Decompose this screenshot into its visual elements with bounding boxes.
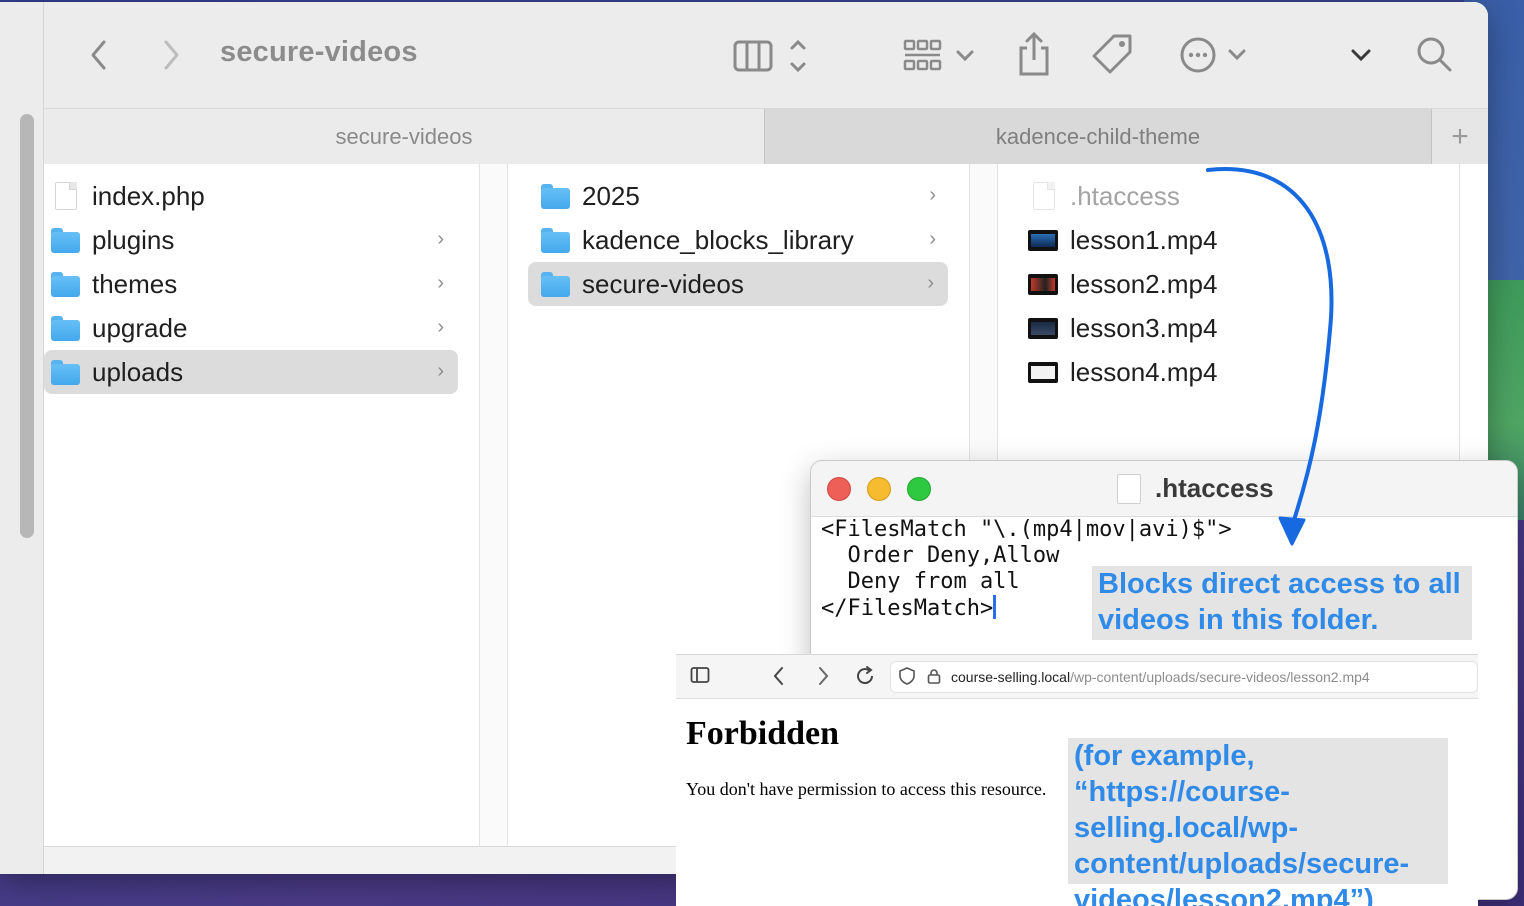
list-item-2025[interactable]: 2025 › xyxy=(540,174,950,218)
folder-icon xyxy=(540,182,570,210)
tag-icon[interactable] xyxy=(1090,32,1136,78)
search-icon[interactable] xyxy=(1414,34,1454,74)
folder-icon xyxy=(50,358,80,386)
chevron-down-icon[interactable] xyxy=(1346,38,1376,72)
chevron-right-icon: › xyxy=(437,360,444,382)
tab-label: secure-videos xyxy=(335,124,473,149)
text-cursor xyxy=(993,595,997,619)
item-label: lesson2.mp4 xyxy=(1070,268,1218,299)
annotation-example-url: (for example, “https://course-selling.lo… xyxy=(1068,738,1448,906)
item-label: lesson3.mp4 xyxy=(1070,312,1218,343)
document-icon xyxy=(1117,473,1141,504)
lock-icon xyxy=(927,668,941,687)
item-label: 2025 xyxy=(582,180,640,211)
item-label: uploads xyxy=(92,356,184,387)
back-icon[interactable] xyxy=(772,665,786,693)
tab-secure-videos[interactable]: secure-videos xyxy=(44,109,764,165)
browser-toolbar: course-selling.local/wp-content/uploads/… xyxy=(676,655,1478,699)
column-divider[interactable] xyxy=(480,164,508,846)
add-tab-button[interactable]: + xyxy=(1432,109,1488,165)
chevron-right-icon: › xyxy=(437,228,444,250)
url-host: course-selling.local xyxy=(951,669,1071,685)
folder-icon xyxy=(50,314,80,342)
item-label: index.php xyxy=(92,180,205,211)
document-icon xyxy=(1028,182,1058,210)
chevron-right-icon: › xyxy=(927,272,934,294)
list-item-kadence-blocks-library[interactable]: kadence_blocks_library › xyxy=(540,218,950,262)
sidebar-rail xyxy=(0,2,44,874)
list-item-lesson3[interactable]: lesson3.mp4 xyxy=(1028,306,1428,350)
editor-title: .htaccess xyxy=(1117,473,1274,504)
annotation-block-access: Blocks direct access to all videos in th… xyxy=(1092,566,1472,640)
back-icon[interactable] xyxy=(84,36,114,74)
chevron-right-icon: › xyxy=(929,184,936,206)
url-path: /wp-content/uploads/secure-videos/lesson… xyxy=(1070,669,1370,685)
window-title: secure-videos xyxy=(220,36,418,68)
item-label: themes xyxy=(92,268,178,299)
reload-icon[interactable] xyxy=(854,665,876,693)
document-icon xyxy=(50,182,80,210)
chevron-right-icon: › xyxy=(437,272,444,294)
error-message: You don't have permission to access this… xyxy=(686,779,1047,799)
list-item-lesson1[interactable]: lesson1.mp4 xyxy=(1028,218,1428,262)
folder-icon xyxy=(540,270,570,298)
item-label: kadence_blocks_library xyxy=(582,224,854,255)
code-line: </FilesMatch> xyxy=(821,596,994,621)
group-icon[interactable] xyxy=(902,36,982,76)
list-item-secure-videos[interactable]: secure-videos › xyxy=(528,262,948,306)
folder-icon xyxy=(50,270,80,298)
more-icon[interactable] xyxy=(1178,32,1250,78)
share-icon[interactable] xyxy=(1014,30,1054,78)
page-heading: Forbidden xyxy=(686,715,840,752)
editor-title-text: .htaccess xyxy=(1155,473,1274,503)
view-columns-icon[interactable] xyxy=(732,36,812,76)
code-line: <FilesMatch "\.(mp4|mov|avi)$"> xyxy=(821,517,1232,542)
chevron-right-icon: › xyxy=(929,228,936,250)
list-item-plugins[interactable]: plugins › xyxy=(50,218,458,262)
tab-kadence-child-theme[interactable]: kadence-child-theme xyxy=(764,109,1432,165)
video-thumbnail-icon xyxy=(1028,358,1058,386)
folder-icon xyxy=(50,226,80,254)
video-thumbnail-icon xyxy=(1028,270,1058,298)
chevron-right-icon: › xyxy=(437,316,444,338)
item-label: secure-videos xyxy=(582,268,744,299)
list-item-upgrade[interactable]: upgrade › xyxy=(50,306,458,350)
sidebar-toggle-icon[interactable] xyxy=(690,665,710,691)
editor-titlebar: .htaccess xyxy=(811,461,1517,517)
list-item-lesson2[interactable]: lesson2.mp4 xyxy=(1028,262,1428,306)
folder-icon xyxy=(540,226,570,254)
video-thumbnail-icon xyxy=(1028,314,1058,342)
video-thumbnail-icon xyxy=(1028,226,1058,254)
item-label: lesson4.mp4 xyxy=(1070,356,1218,387)
minimize-button[interactable] xyxy=(867,477,891,501)
list-item-themes[interactable]: themes › xyxy=(50,262,458,306)
shield-icon xyxy=(899,666,915,688)
list-item-index-php[interactable]: index.php xyxy=(50,174,458,218)
item-label: plugins xyxy=(92,224,175,255)
column-1: index.php plugins › themes › upgrade › u… xyxy=(44,164,480,846)
item-label: lesson1.mp4 xyxy=(1070,224,1218,255)
tab-bar: secure-videos kadence-child-theme + xyxy=(44,108,1488,165)
item-label: upgrade xyxy=(92,312,188,343)
forward-icon[interactable] xyxy=(156,36,186,74)
address-bar[interactable]: course-selling.local/wp-content/uploads/… xyxy=(890,661,1478,693)
sidebar-scrollbar[interactable] xyxy=(20,114,34,538)
zoom-button[interactable] xyxy=(907,477,931,501)
tab-label: kadence-child-theme xyxy=(995,124,1201,149)
list-item-lesson4[interactable]: lesson4.mp4 xyxy=(1028,350,1428,394)
item-label: .htaccess xyxy=(1070,180,1180,211)
list-item-htaccess[interactable]: .htaccess xyxy=(1028,174,1428,218)
forward-icon[interactable] xyxy=(816,665,830,693)
list-item-uploads[interactable]: uploads › xyxy=(44,350,458,394)
close-button[interactable] xyxy=(827,477,851,501)
finder-toolbar: secure-videos xyxy=(44,2,1488,108)
